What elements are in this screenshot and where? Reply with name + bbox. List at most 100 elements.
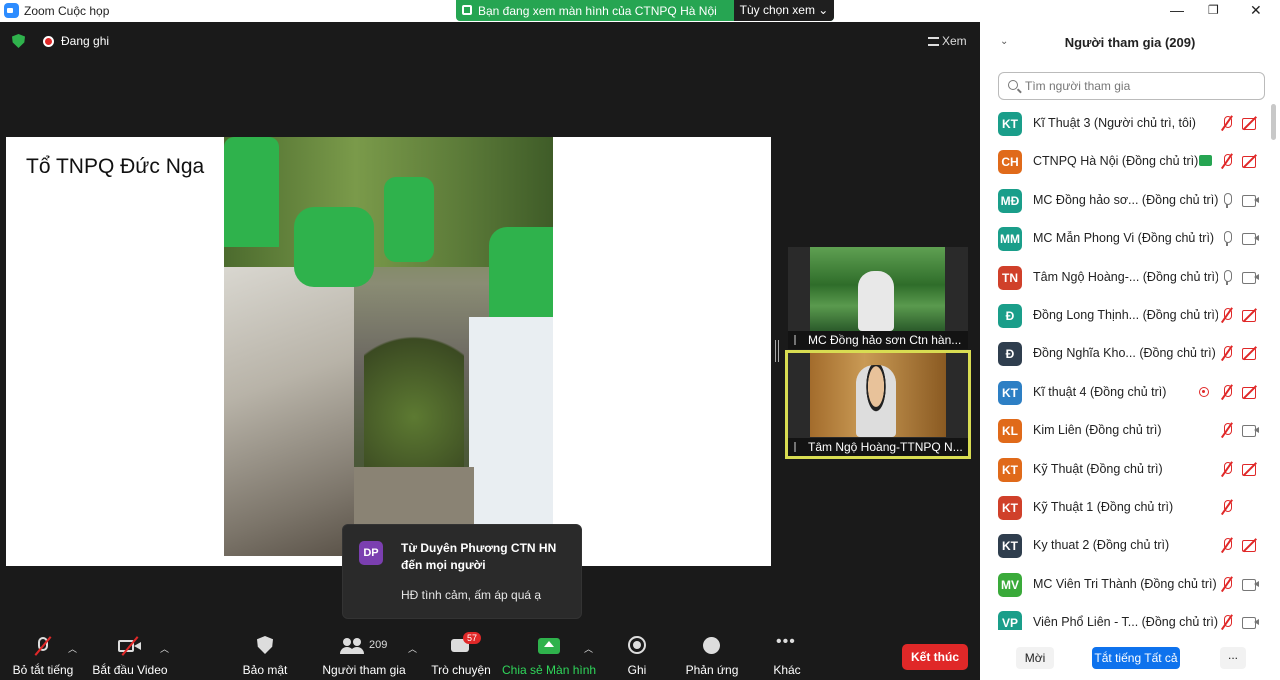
start-video-button[interactable]: Bắt đầu Video — [92, 630, 168, 680]
camera-off-icon[interactable] — [1242, 461, 1259, 477]
panel-more-button[interactable]: ... — [1220, 647, 1246, 669]
participant-row[interactable]: KT Kỹ Thuật 1 (Đồng chủ trì) — [980, 488, 1270, 526]
participant-list: KT Kĩ Thuật 3 (Người chủ trì, tôi) CH CTNPQ… — [980, 104, 1270, 630]
sharing-screen-icon — [1199, 155, 1212, 167]
participant-row[interactable]: KT Kỹ Thuật (Đồng chủ trì) — [980, 450, 1270, 488]
participants-panel-title: Người tham gia (209) — [1064, 35, 1196, 50]
view-options-button[interactable]: Tùy chọn xem ⌄ — [734, 0, 834, 21]
participant-row[interactable]: KT Ky thuat 2 (Đồng chủ trì) — [980, 526, 1270, 564]
participant-row[interactable]: Đ Đồng Long Thịnh... (Đồng chủ trì) — [980, 296, 1270, 334]
camera-icon[interactable] — [1242, 422, 1259, 438]
avatar: KT — [998, 457, 1022, 482]
recording-icon — [1199, 386, 1209, 397]
share-screen-label: Chia sẻ Màn hình — [502, 663, 597, 677]
participant-name: Tâm Ngộ Hoàng-... (Đồng chủ trì) — [1033, 269, 1218, 284]
participant-row[interactable]: MV MC Viên Tri Thành (Đồng chủ trì) — [980, 565, 1270, 603]
recording-icon — [43, 36, 54, 47]
chat-label: Trò chuyện — [431, 663, 491, 677]
mic-muted-icon[interactable] — [1220, 115, 1234, 131]
mic-muted-icon[interactable] — [1220, 537, 1234, 553]
participant-row[interactable]: MĐ MC Đồng hảo sơ... (Đồng chủ trì) — [980, 181, 1270, 219]
reactions-button[interactable]: Phản ứng — [684, 630, 740, 680]
start-video-label: Bắt đầu Video — [92, 663, 168, 677]
participant-list-scrollbar[interactable] — [1271, 104, 1276, 140]
video-options-chevron-icon[interactable]: ︿ — [160, 642, 169, 655]
mic-muted-icon[interactable] — [1220, 307, 1234, 323]
participant-name: Ky thuat 2 (Đồng chủ trì) — [1033, 538, 1170, 553]
participant-search-input[interactable]: Tìm người tham gia — [998, 72, 1265, 100]
camera-icon[interactable] — [1242, 269, 1259, 285]
share-screen-icon — [537, 636, 561, 656]
camera-off-icon[interactable] — [1242, 345, 1259, 361]
audio-options-chevron-icon[interactable]: ︿ — [68, 642, 77, 655]
share-screen-button[interactable]: Chia sẻ Màn hình — [502, 630, 596, 680]
avatar: KL — [998, 419, 1022, 444]
camera-icon[interactable] — [1242, 230, 1259, 246]
participants-chevron-icon[interactable]: ︿ — [408, 642, 417, 655]
camera-off-icon[interactable] — [1242, 537, 1259, 553]
share-options-chevron-icon[interactable]: ︿ — [584, 642, 593, 655]
end-meeting-button[interactable]: Kết thúc — [902, 644, 968, 670]
security-label: Bảo mật — [242, 663, 288, 677]
participant-row[interactable]: TN Tâm Ngộ Hoàng-... (Đồng chủ trì) — [980, 258, 1270, 296]
camera-icon[interactable] — [1242, 614, 1259, 630]
camera-icon[interactable] — [1242, 192, 1259, 208]
participant-search-placeholder: Tìm người tham gia — [1025, 79, 1131, 93]
participant-row[interactable]: KT Kĩ thuật 4 (Đồng chủ trì) — [980, 373, 1270, 411]
record-label: Ghi — [627, 663, 647, 677]
view-button[interactable]: Xem — [928, 34, 967, 48]
mic-muted-icon[interactable] — [1220, 576, 1234, 592]
close-icon[interactable]: ✕ — [1250, 2, 1262, 19]
chat-icon: 57 — [449, 632, 482, 656]
camera-off-icon[interactable] — [1242, 115, 1259, 131]
participants-icon: 209 — [339, 636, 389, 656]
camera-icon[interactable] — [1242, 576, 1259, 592]
participant-row[interactable]: MM MC Mẫn Phong Vi (Đồng chủ trì) — [980, 219, 1270, 257]
mic-muted-icon[interactable] — [1220, 384, 1234, 400]
camera-off-icon — [118, 636, 142, 656]
recording-status[interactable]: Đang ghi — [61, 34, 109, 48]
reactions-smiley-icon — [700, 636, 724, 656]
participant-name: MC Viên Tri Thành (Đồng chủ trì) — [1033, 576, 1217, 591]
chat-unread-badge: 57 — [463, 632, 482, 644]
participants-panel: — ❐ ✕ ⌄ Người tham gia (209) Tìm người t… — [980, 0, 1280, 680]
participants-count: 209 — [369, 639, 388, 651]
video-tile-active[interactable]: Tâm Ngộ Hoàng-TTNPQ N... — [785, 350, 971, 459]
participant-row[interactable]: KT Kĩ Thuật 3 (Người chủ trì, tôi) — [980, 104, 1270, 142]
camera-off-icon[interactable] — [1242, 307, 1259, 323]
mic-icon[interactable] — [1220, 192, 1234, 208]
mute-all-button[interactable]: Tắt tiếng Tất cả — [1092, 647, 1180, 669]
participant-row[interactable]: Đ Đồng Nghĩa Kho... (Đồng chủ trì) — [980, 334, 1270, 372]
participant-row[interactable]: VP Viên Phổ Liên - T... (Đồng chủ trì) — [980, 603, 1270, 630]
panel-resize-handle[interactable] — [775, 340, 779, 362]
shared-screen: Tổ TNPQ Đức Nga — [6, 137, 771, 566]
chat-button[interactable]: 57 Trò chuyện — [430, 630, 492, 680]
mic-icon[interactable] — [1220, 269, 1234, 285]
participant-name: Đồng Nghĩa Kho... (Đồng chủ trì) — [1033, 346, 1216, 361]
minimize-icon[interactable]: — — [1170, 2, 1184, 18]
camera-off-icon[interactable] — [1242, 384, 1259, 400]
camera-off-icon[interactable] — [1242, 153, 1259, 169]
more-button[interactable]: ••• Khác — [768, 630, 806, 680]
chat-notification-sender: Từ Duyên Phương CTN HN đến mọi người — [401, 541, 557, 572]
mic-muted-icon[interactable] — [1220, 461, 1234, 477]
mic-icon[interactable] — [1220, 230, 1234, 247]
mic-muted-icon[interactable] — [1220, 422, 1234, 438]
participant-row[interactable]: KL Kim Liên (Đồng chủ trì) — [980, 411, 1270, 449]
mic-muted-icon[interactable] — [1220, 345, 1234, 361]
participant-name: MC Mẫn Phong Vi (Đồng chủ trì) — [1033, 231, 1215, 246]
invite-button[interactable]: Mời — [1016, 647, 1054, 669]
participants-button[interactable]: 209 Người tham gia — [322, 630, 406, 680]
restore-icon[interactable]: ❐ — [1208, 3, 1219, 17]
chat-notification[interactable]: DP Từ Duyên Phương CTN HN đến mọi người … — [342, 524, 582, 619]
security-button[interactable]: Bảo mật — [240, 630, 290, 680]
record-button[interactable]: Ghi — [620, 630, 654, 680]
participant-row[interactable]: CH CTNPQ Hà Nội (Đồng chủ trì) — [980, 142, 1270, 180]
mic-muted-icon[interactable] — [1220, 153, 1234, 169]
mic-muted-icon[interactable] — [1220, 499, 1234, 515]
security-shield-icon — [253, 636, 277, 656]
unmute-button[interactable]: Bỏ tắt tiếng — [8, 630, 78, 680]
window-title: Zoom Cuộc họp — [24, 4, 110, 18]
mic-muted-icon[interactable] — [1220, 614, 1234, 630]
video-tile-speaker[interactable]: MC Đồng hảo sơn Ctn hàn... — [788, 247, 968, 349]
